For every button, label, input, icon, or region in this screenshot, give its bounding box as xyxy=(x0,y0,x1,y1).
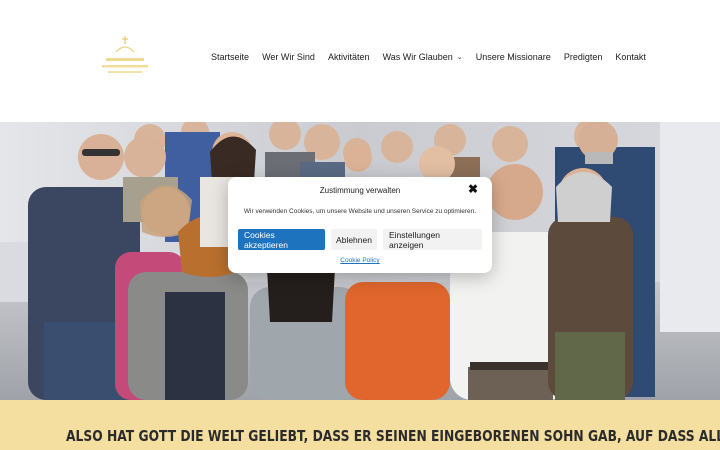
nav-item-label: Predigten xyxy=(563,52,603,62)
scripture-banner: Also hat Gott die Welt geliebt, dass er … xyxy=(0,400,720,450)
nav-item-predigten[interactable]: Predigten xyxy=(564,52,603,62)
logo-icon xyxy=(102,36,148,73)
main-navigation: Startseite Wer Wir Sind Aktivitäten Was … xyxy=(211,50,646,64)
nav-item-label: Kontakt xyxy=(615,52,646,62)
accept-cookies-button[interactable]: Cookies akzeptieren xyxy=(238,229,325,250)
nav-item-label: Unsere Missionare xyxy=(475,52,551,62)
cookie-consent-dialog: Zustimmung verwalten ✖ Wir verwenden Coo… xyxy=(228,177,492,273)
nav-item-label: Was Wir Glauben xyxy=(382,52,453,62)
nav-item-was-wir-glauben[interactable]: Was Wir Glauben ⌄ xyxy=(383,52,463,62)
nav-item-kontakt[interactable]: Kontakt xyxy=(615,52,646,62)
nav-item-label: Aktivitäten xyxy=(328,52,370,62)
deny-cookies-button[interactable]: Ablehnen xyxy=(331,229,377,250)
close-icon[interactable]: ✖ xyxy=(466,182,480,196)
nav-item-startseite[interactable]: Startseite xyxy=(211,52,249,62)
chevron-down-icon: ⌄ xyxy=(456,54,463,61)
nav-item-wer-wir-sind[interactable]: Wer Wir Sind xyxy=(262,52,315,62)
nav-item-label: Wer Wir Sind xyxy=(262,52,315,62)
nav-item-aktivitaeten[interactable]: Aktivitäten xyxy=(328,52,370,62)
site-header: Startseite Wer Wir Sind Aktivitäten Was … xyxy=(0,0,720,122)
nav-item-unsere-missionare[interactable]: Unsere Missionare xyxy=(476,52,551,62)
banner-text: Also hat Gott die Welt geliebt, dass er … xyxy=(66,427,720,445)
site-logo[interactable] xyxy=(96,34,154,82)
cookie-settings-button[interactable]: Einstellungen anzeigen xyxy=(383,229,482,250)
cookie-policy-link[interactable]: Cookie Policy xyxy=(228,257,492,264)
dialog-title: Zustimmung verwalten xyxy=(319,186,401,195)
dialog-actions: Cookies akzeptieren Ablehnen Einstellung… xyxy=(238,229,482,250)
dialog-message: Wir verwenden Cookies, um unsere Website… xyxy=(243,208,477,215)
nav-item-label: Startseite xyxy=(211,52,250,62)
